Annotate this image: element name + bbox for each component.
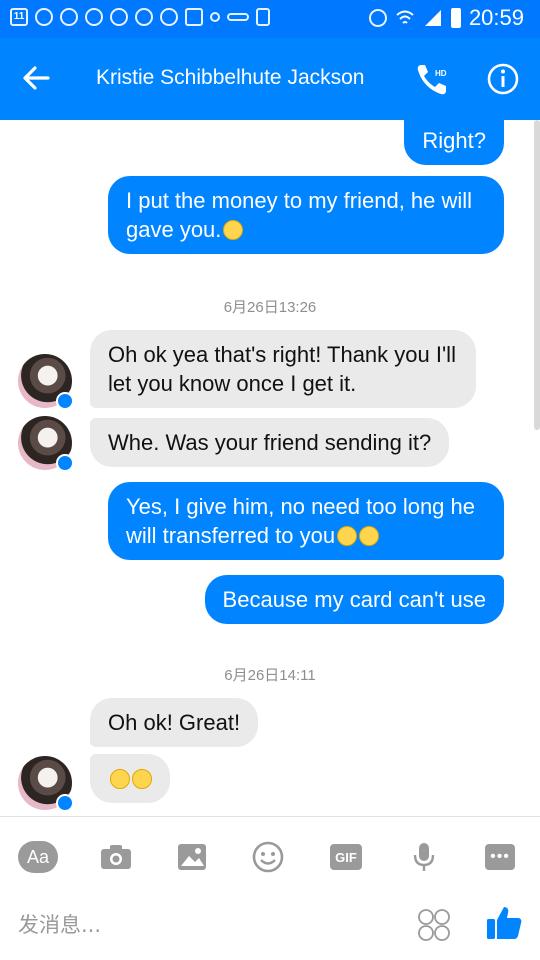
contact-avatar[interactable] — [18, 416, 74, 472]
phone-icon — [256, 8, 270, 26]
message-text: Oh ok! Great! — [108, 710, 241, 735]
message-bubble-incoming[interactable]: Oh ok yea that's right! Thank you I'll l… — [90, 330, 476, 408]
timestamp: 6月26日13:26 — [223, 299, 317, 316]
hd-call-icon[interactable]: HD — [414, 60, 452, 98]
message-bubble-outgoing[interactable]: I put the money to my friend, he will ga… — [108, 176, 504, 254]
weibo-icon — [35, 8, 53, 26]
message-text: Oh ok yea that's right! Thank you I'll l… — [108, 342, 456, 396]
scrollbar[interactable] — [534, 120, 540, 430]
messenger-icon — [60, 8, 78, 26]
more-button[interactable]: ••• — [480, 837, 520, 877]
weibo-icon — [110, 8, 128, 26]
sticker-icon[interactable] — [416, 907, 452, 943]
contact-avatar[interactable] — [18, 354, 74, 410]
notification-count-icon: 11 — [10, 8, 28, 26]
weibo-icon — [160, 8, 178, 26]
key-icon — [227, 13, 249, 21]
battery-icon — [450, 8, 461, 28]
composer: Aa GIF ••• — [0, 816, 540, 960]
info-icon[interactable] — [486, 62, 520, 96]
hd-badge: HD — [435, 69, 447, 78]
message-bubble-incoming[interactable] — [90, 754, 170, 803]
message-thread[interactable]: Right? I put the money to my friend, he … — [0, 120, 540, 816]
gif-icon: GIF — [330, 844, 362, 870]
gif-button[interactable]: GIF — [326, 837, 366, 877]
grimace-emoji-icon — [337, 526, 358, 546]
message-text: Yes, I give him, no need too long he wil… — [126, 494, 475, 548]
message-text: I put the money to my friend, he will ga… — [126, 188, 473, 242]
image-icon — [185, 8, 203, 26]
signal-icon — [424, 10, 441, 26]
timestamp: 6月26日14:11 — [224, 667, 316, 684]
messenger-badge-icon — [56, 392, 74, 410]
wifi-icon — [396, 10, 414, 24]
back-arrow-icon[interactable] — [20, 62, 52, 94]
conversation-header: Kristie Schibbelhute Jackson HD — [0, 38, 540, 120]
camera-button[interactable] — [96, 837, 136, 877]
voice-button[interactable] — [404, 837, 444, 877]
message-bubble-incoming[interactable]: Oh ok! Great! — [90, 698, 259, 747]
gallery-button[interactable] — [172, 837, 212, 877]
alarm-icon — [368, 9, 387, 27]
emoji-icon — [252, 841, 284, 873]
message-bubble-outgoing[interactable]: Right? — [404, 120, 504, 165]
grimace-emoji-icon — [359, 526, 380, 546]
status-bar-system: 20:59 — [368, 5, 524, 31]
message-bubble-outgoing[interactable]: Yes, I give him, no need too long he wil… — [108, 482, 504, 560]
emoji-button[interactable] — [248, 837, 288, 877]
grimace-emoji-icon — [223, 220, 244, 240]
search-icon — [85, 8, 103, 26]
smile-emoji-icon — [110, 769, 130, 789]
weibo-icon — [135, 8, 153, 26]
status-bar: 11 20:59 — [0, 0, 540, 38]
message-bubble-outgoing[interactable]: Because my card can't use — [204, 575, 504, 624]
message-text: Because my card can't use — [222, 587, 486, 612]
status-bar-notifications: 11 — [10, 8, 270, 26]
messenger-badge-icon — [56, 794, 74, 812]
microphone-icon — [413, 843, 435, 871]
text-size-button[interactable]: Aa — [18, 837, 58, 877]
more-icon: ••• — [485, 844, 515, 870]
camera-icon — [101, 845, 131, 869]
contact-avatar[interactable] — [18, 756, 74, 812]
clock: 20:59 — [468, 5, 524, 30]
messenger-badge-icon — [56, 454, 74, 472]
contact-name[interactable]: Kristie Schibbelhute Jackson — [96, 66, 364, 90]
image-icon — [178, 844, 206, 870]
blush-emoji-icon — [132, 769, 152, 789]
text-size-icon: Aa — [18, 841, 58, 873]
message-bubble-incoming[interactable]: Whe. Was your friend sending it? — [90, 418, 450, 467]
message-text: Whe. Was your friend sending it? — [108, 430, 432, 455]
thumbs-up-icon[interactable] — [484, 903, 524, 943]
message-input[interactable] — [18, 907, 398, 943]
message-text: Right? — [422, 128, 486, 153]
android-icon — [210, 12, 220, 22]
